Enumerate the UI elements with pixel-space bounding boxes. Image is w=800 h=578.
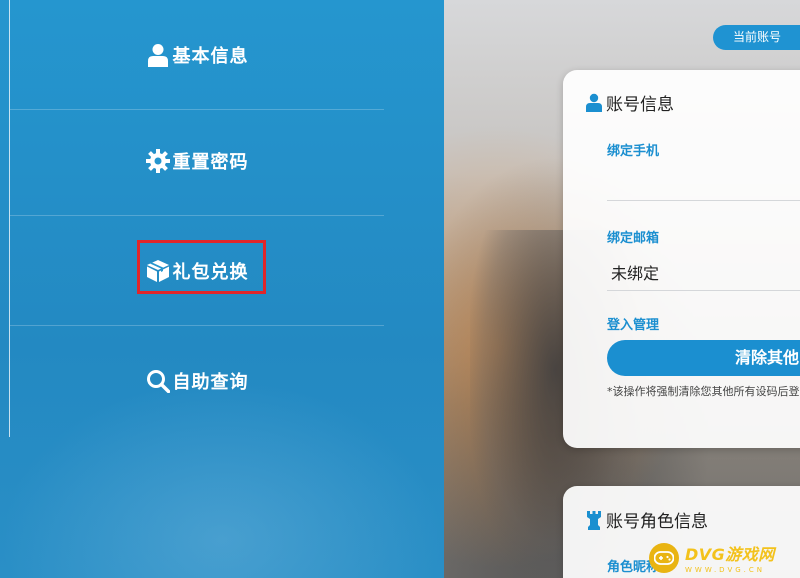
sidebar-item-reset-password[interactable]: 重置密码 (10, 106, 384, 216)
email-label: 绑定邮箱 (607, 231, 660, 246)
clear-other-devices-button[interactable]: 清除其他 (607, 340, 800, 376)
user-icon (146, 43, 170, 67)
rook-icon (585, 510, 603, 530)
gamepad-icon (649, 542, 679, 573)
account-info-title: 账号信息 (585, 90, 674, 115)
highlight-box (137, 240, 266, 294)
user-icon (585, 93, 603, 113)
sidebar-item-label: 自助查询 (172, 372, 249, 393)
field-divider (607, 200, 800, 201)
watermark-logo: DVG游戏网 WWW.DVG.CN (645, 537, 800, 578)
search-icon (146, 369, 170, 393)
gear-icon (145, 149, 170, 173)
clear-note: *该操作将强制清除您其他所有设码后登入 (607, 385, 800, 398)
sidebar-item-label: 基本信息 (172, 46, 249, 67)
account-info-card: 账号信息 绑定手机 绑定邮箱 未绑定 登入管理 清除其他 *该操作将强制清除您其… (563, 70, 800, 448)
sidebar: 基本信息 重置密码 礼包兑换 自助查询 (0, 0, 444, 578)
role-info-title: 账号角色信息 (585, 507, 708, 532)
phone-label: 绑定手机 (607, 144, 660, 159)
email-value: 未绑定 (611, 264, 660, 283)
sidebar-item-label: 重置密码 (172, 152, 249, 173)
login-manage-label: 登入管理 (607, 318, 660, 333)
field-divider (607, 290, 800, 291)
current-account-button[interactable]: 当前账号 (713, 25, 800, 50)
sidebar-item-self-query[interactable]: 自助查询 (10, 326, 384, 436)
sidebar-item-basic-info[interactable]: 基本信息 (10, 0, 384, 110)
